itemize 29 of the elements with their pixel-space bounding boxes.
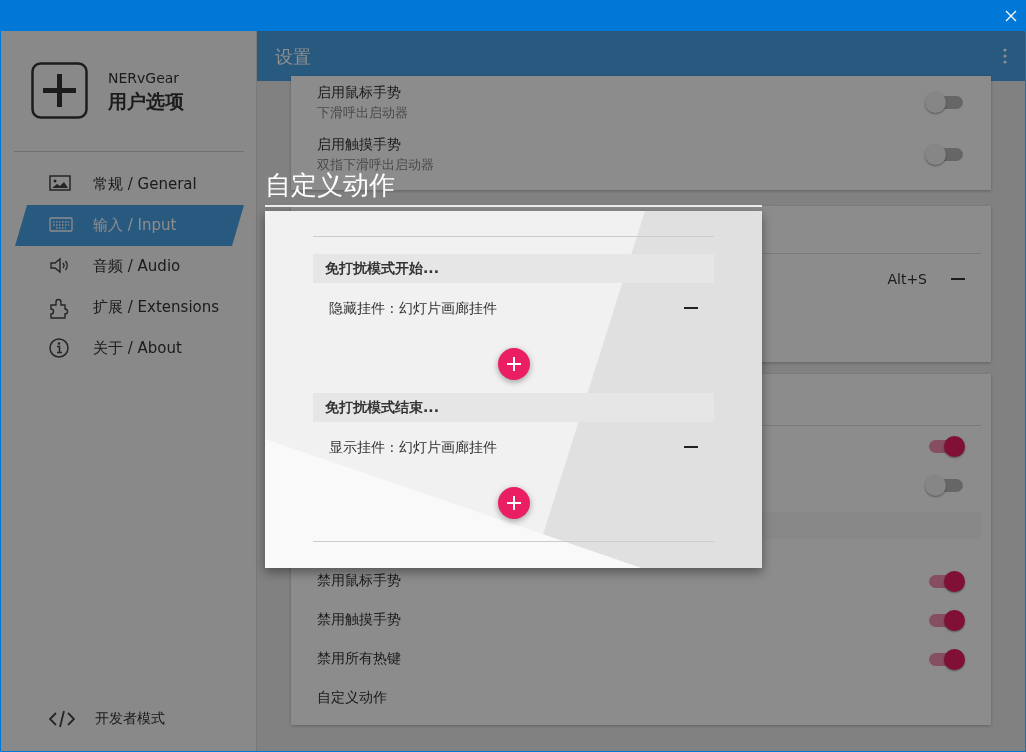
setting-label: 禁用所有热键 xyxy=(317,649,401,668)
app-name: NERvGear xyxy=(108,69,181,88)
code-icon xyxy=(49,708,75,729)
more-icon[interactable] xyxy=(1003,48,1007,64)
setting-label: 禁用鼠标手势 xyxy=(317,571,401,590)
app-title: 用户选项 xyxy=(108,89,184,113)
toggle-switch[interactable] xyxy=(925,473,965,496)
plus-icon xyxy=(506,496,521,510)
developer-mode-item[interactable]: 开发者模式 xyxy=(15,698,244,739)
action-label: 隐藏挂件 : 幻灯片画廊挂件 xyxy=(329,298,497,318)
setting-label: 禁用触摸手势 xyxy=(317,610,401,629)
nav-item[interactable]: 音频 / Audio xyxy=(15,246,244,287)
setting-label: 启用触摸手势 xyxy=(317,134,402,154)
setting-description: 下滑呼出启动器 xyxy=(317,103,408,122)
setting-label: 启用鼠标手势 xyxy=(317,82,402,102)
group-header: 免打扰模式结束... xyxy=(325,398,439,417)
toggle-switch[interactable] xyxy=(925,91,965,113)
close-icon[interactable] xyxy=(1005,10,1017,22)
action-label: 显示挂件 : 幻灯片画廊挂件 xyxy=(329,437,497,457)
group-header: 免打扰模式开始... xyxy=(325,259,439,278)
plus-logo-icon xyxy=(31,62,88,119)
nav-item[interactable]: 关于 / About xyxy=(15,328,244,369)
shortcut-label: Alt+S xyxy=(887,269,927,289)
toggle-switch[interactable] xyxy=(925,143,965,165)
app-bar-title: 设置 xyxy=(275,44,311,69)
plus-icon xyxy=(506,357,521,371)
nav-item[interactable]: 扩展 / Extensions xyxy=(15,287,244,328)
nav-item[interactable]: 常规 / General xyxy=(15,164,244,205)
custom-actions-link[interactable]: 自定义动作 xyxy=(317,687,387,708)
